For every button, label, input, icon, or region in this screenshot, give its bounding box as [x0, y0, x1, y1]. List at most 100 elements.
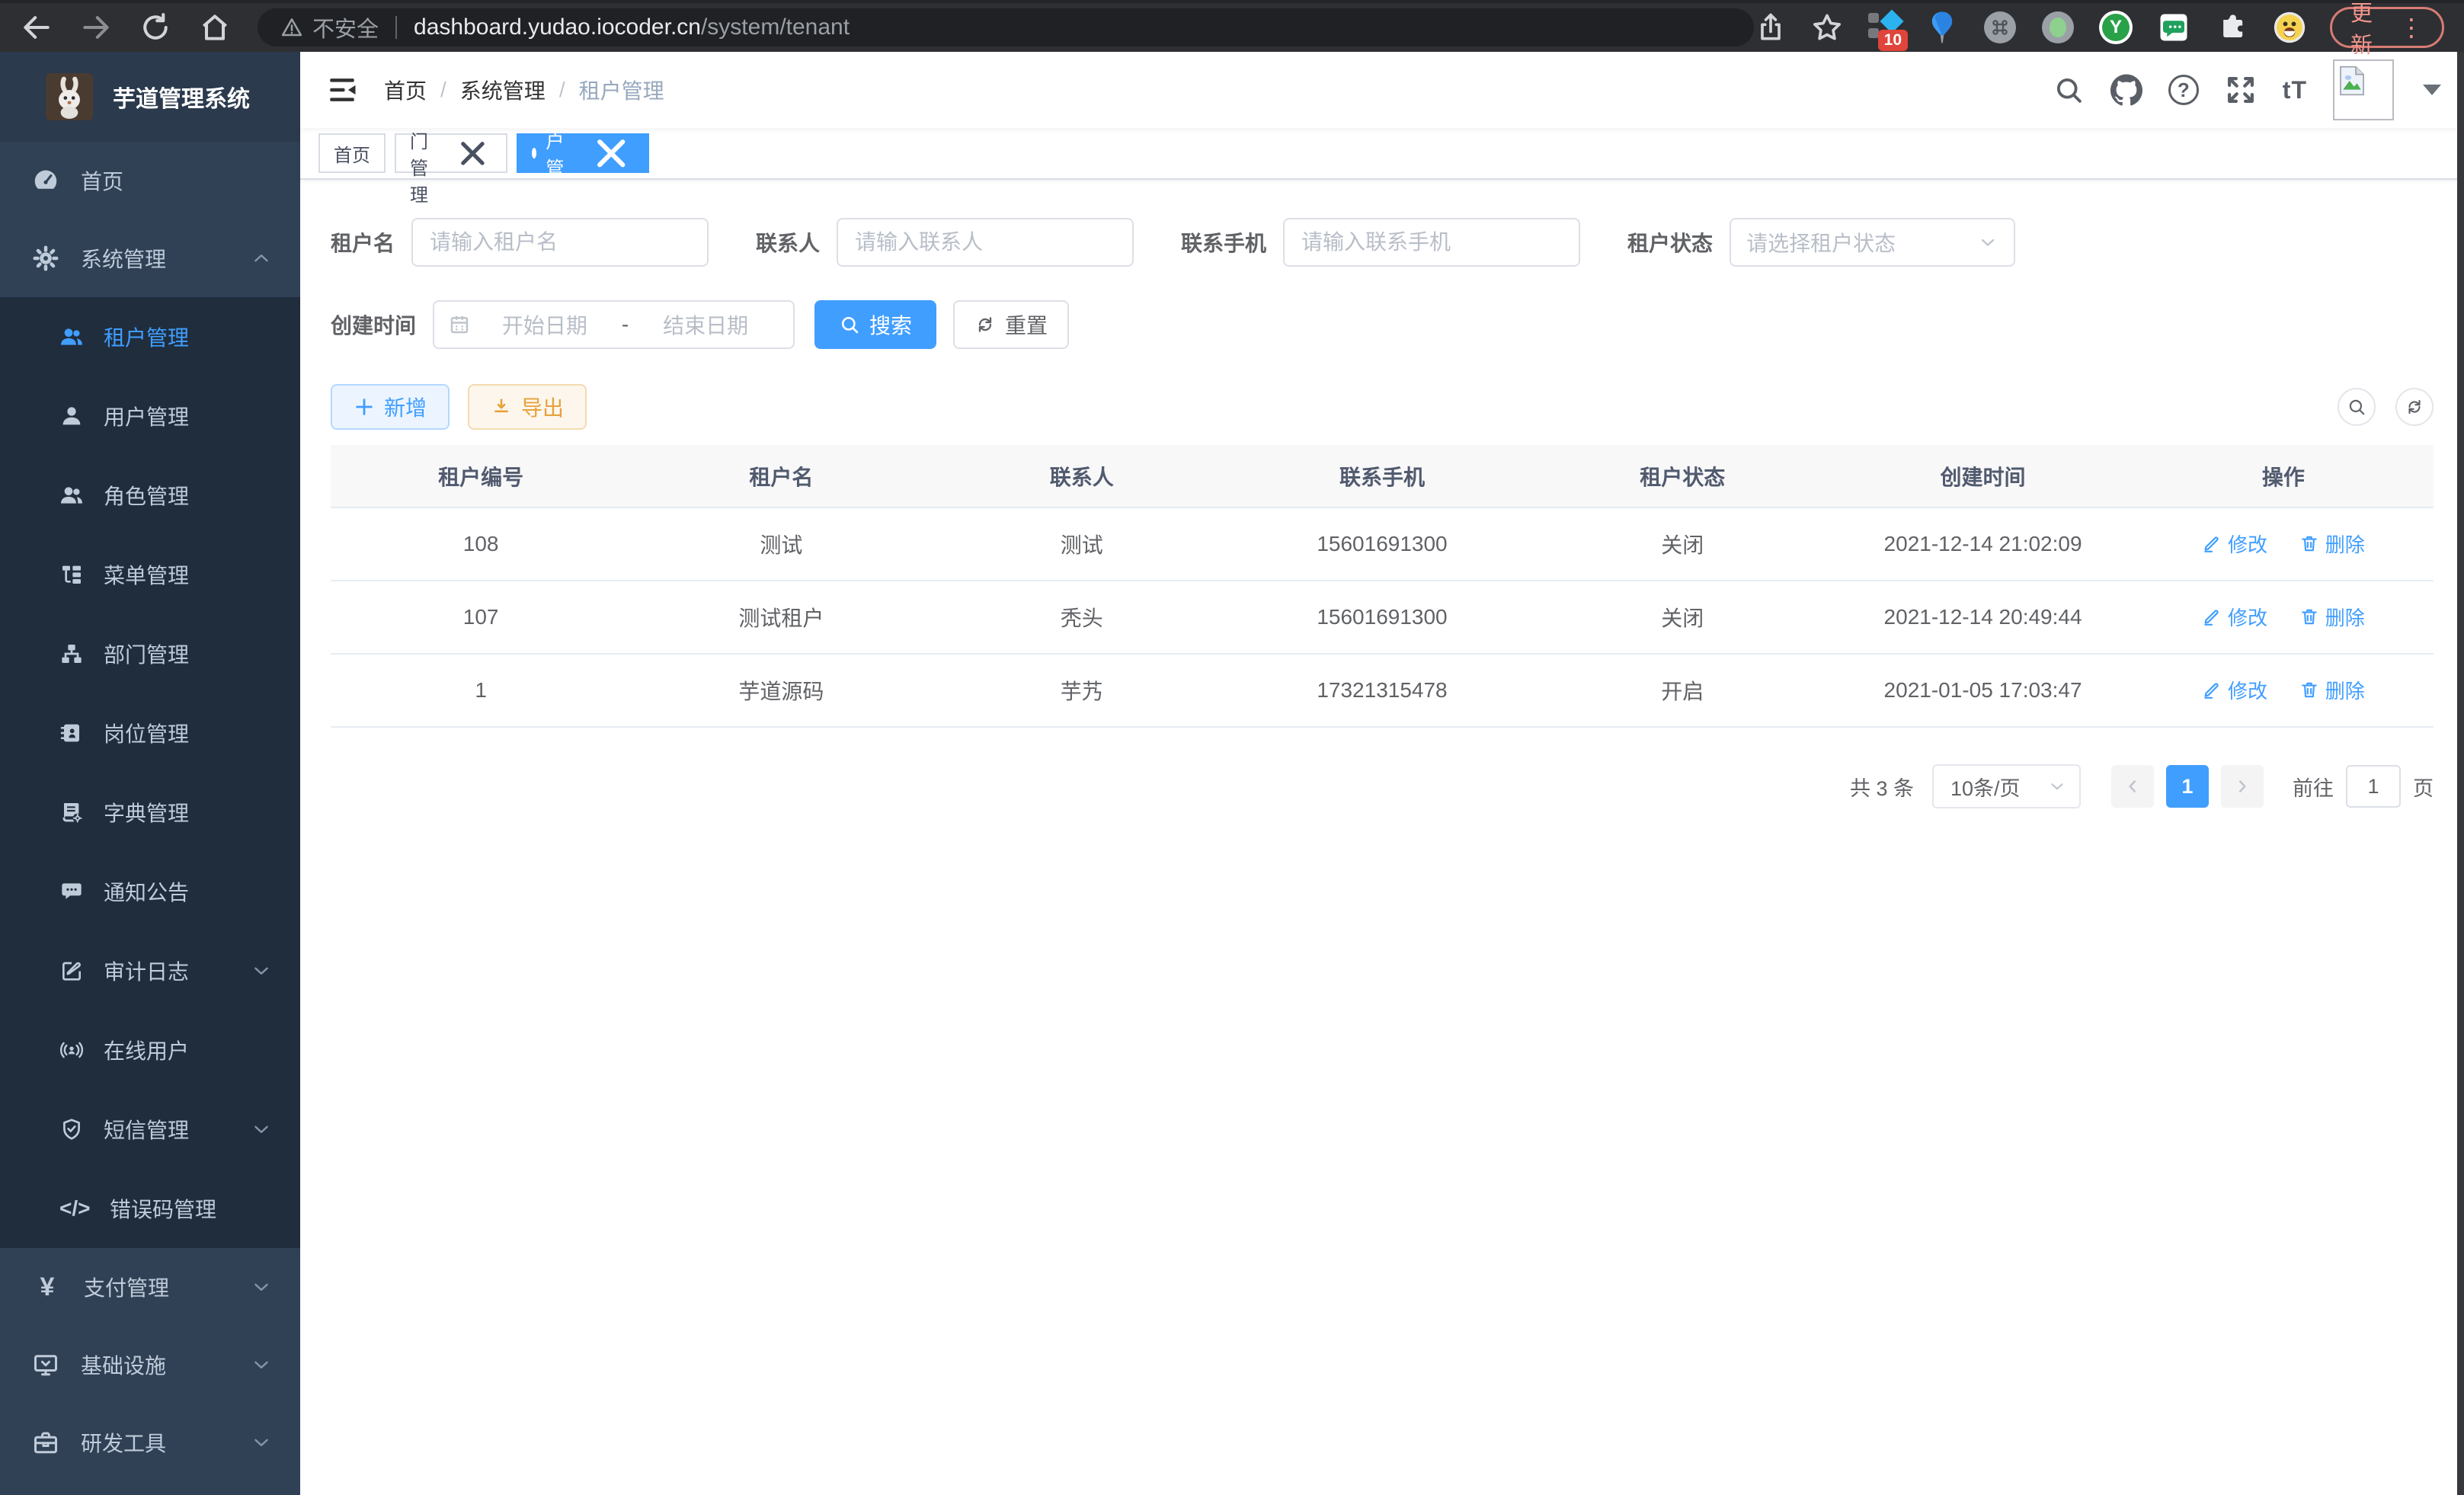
edit-button[interactable]: 修改 — [2202, 676, 2267, 704]
table-header-row: 租户编号 租户名 联系人 联系手机 租户状态 创建时间 操作 — [331, 445, 2434, 507]
prev-page-button[interactable] — [2111, 765, 2154, 808]
search-icon — [2347, 397, 2366, 417]
search-icon — [839, 314, 860, 335]
col-phone: 联系手机 — [1232, 445, 1532, 507]
col-tenant-id: 租户编号 — [331, 445, 631, 507]
sidebar-item-notice[interactable]: 通知公告 — [0, 852, 300, 931]
avatar[interactable] — [2333, 59, 2394, 120]
add-button[interactable]: 新增 — [331, 384, 450, 430]
sidebar-item-payment[interactable]: ¥ 支付管理 — [0, 1248, 300, 1326]
next-page-button[interactable] — [2221, 765, 2264, 808]
close-icon[interactable] — [453, 134, 492, 173]
sidebar-item-online-users[interactable]: 在线用户 — [0, 1010, 300, 1090]
extension-badge: 10 — [1878, 30, 1908, 51]
extension-y-icon[interactable]: Y — [2098, 10, 2133, 45]
top-navbar: 首页 / 系统管理 / 租户管理 ? tT — [300, 52, 2464, 128]
browser-forward-icon[interactable] — [79, 11, 113, 44]
sidebar-item-user[interactable]: 用户管理 — [0, 376, 300, 456]
sidebar-item-system[interactable]: 系统管理 — [0, 219, 300, 297]
search-icon[interactable] — [2053, 74, 2085, 106]
breadcrumb-home[interactable]: 首页 — [384, 75, 427, 105]
search-button[interactable]: 搜索 — [814, 300, 936, 349]
sidebar-item-role[interactable]: 角色管理 — [0, 456, 300, 535]
active-tab-dot — [532, 148, 536, 158]
tab-dept[interactable]: 部门管理 — [395, 133, 507, 173]
close-icon[interactable] — [588, 130, 634, 176]
browser-update-button[interactable]: 更新 ⋮ — [2330, 7, 2444, 48]
show-search-button[interactable] — [2338, 388, 2376, 426]
reset-button[interactable]: 重置 — [953, 300, 1069, 349]
edit-label: 修改 — [2228, 676, 2267, 704]
tab-tenant[interactable]: 租户管理 — [517, 133, 649, 173]
export-button-label: 导出 — [521, 392, 564, 422]
status-select[interactable]: 请选择租户状态 — [1730, 218, 2015, 267]
cell-created: 2021-12-14 21:02:09 — [1832, 507, 2133, 581]
browser-reload-icon[interactable] — [139, 11, 172, 44]
gear-icon — [32, 245, 59, 272]
extensions-puzzle-icon[interactable] — [2214, 10, 2249, 45]
security-chip[interactable]: 不安全 — [280, 11, 379, 43]
avatar-dropdown-icon[interactable] — [2423, 85, 2441, 95]
refresh-table-button[interactable] — [2395, 388, 2434, 426]
export-button[interactable]: 导出 — [468, 384, 587, 430]
create-time-range-picker[interactable]: 开始日期 - 结束日期 — [433, 300, 795, 349]
profile-avatar-icon[interactable] — [2272, 10, 2307, 45]
sidebar-item-dict[interactable]: 字典管理 — [0, 773, 300, 852]
github-icon[interactable] — [2110, 74, 2142, 106]
sidebar-item-home[interactable]: 首页 — [0, 142, 300, 219]
page-size-select[interactable]: 10条/页 — [1932, 764, 2081, 808]
sidebar-logo[interactable]: 芋道管理系统 — [0, 52, 300, 142]
fullscreen-icon[interactable] — [2225, 74, 2257, 106]
extension-record-icon[interactable] — [2040, 10, 2075, 45]
extension-group-icon[interactable]: 10 — [1867, 10, 1902, 45]
add-button-label: 新增 — [384, 392, 427, 422]
sidebar-item-dev-tools[interactable]: 研发工具 — [0, 1404, 300, 1481]
badge-icon — [59, 721, 84, 745]
window-scrollbar[interactable] — [2457, 52, 2464, 1495]
sidebar-item-error-code[interactable]: </> 错误码管理 — [0, 1169, 300, 1248]
breadcrumb-system[interactable]: 系统管理 — [460, 75, 546, 105]
help-icon[interactable]: ? — [2168, 75, 2199, 105]
delete-button[interactable]: 删除 — [2299, 530, 2365, 558]
cell-status: 开启 — [1532, 654, 1832, 727]
sidebar-item-menu[interactable]: 菜单管理 — [0, 535, 300, 614]
contact-input[interactable] — [837, 218, 1134, 267]
share-icon[interactable] — [1754, 11, 1787, 44]
date-separator: - — [619, 312, 632, 337]
delete-button[interactable]: 删除 — [2299, 603, 2365, 631]
sidebar-item-infrastructure[interactable]: 基础设施 — [0, 1326, 300, 1404]
edit-button[interactable]: 修改 — [2202, 530, 2267, 558]
sidebar-item-audit-log[interactable]: 审计日志 — [0, 931, 300, 1010]
browser-home-icon[interactable] — [198, 11, 232, 44]
trash-icon — [2299, 533, 2319, 553]
warning-icon — [280, 16, 303, 39]
sidebar-item-sms[interactable]: 短信管理 — [0, 1090, 300, 1169]
browser-menu-icon[interactable]: ⋮ — [2399, 15, 2424, 40]
reset-button-label: 重置 — [1005, 309, 1048, 340]
tab-home[interactable]: 首页 — [318, 133, 386, 173]
bookmark-star-icon[interactable] — [1810, 11, 1844, 44]
browser-back-icon[interactable] — [20, 11, 53, 44]
sidebar-item-dept[interactable]: 部门管理 — [0, 614, 300, 693]
tenant-name-input[interactable] — [411, 218, 709, 267]
edit-button[interactable]: 修改 — [2202, 603, 2267, 631]
page-size-value: 10条/页 — [1950, 772, 2021, 802]
extension-command-icon[interactable] — [1982, 10, 2018, 45]
sidebar-item-post[interactable]: 岗位管理 — [0, 693, 300, 773]
font-size-icon[interactable]: tT — [2283, 76, 2307, 104]
sidebar-item-tenant[interactable]: 租户管理 — [0, 297, 300, 376]
cell-contact: 芋艿 — [932, 654, 1232, 727]
extension-chat-icon[interactable] — [2156, 10, 2191, 45]
goto-page-input[interactable] — [2346, 765, 2401, 808]
pencil-icon — [2202, 607, 2222, 626]
page-number-button[interactable]: 1 — [2166, 765, 2209, 808]
sidebar-item-label: 审计日志 — [104, 956, 189, 986]
address-bar[interactable]: 不安全 dashboard.yudao.iocoder.cn/system/te… — [258, 8, 1754, 46]
extension-balloon-icon[interactable] — [1925, 10, 1960, 45]
delete-button[interactable]: 删除 — [2299, 676, 2365, 704]
phone-input[interactable] — [1283, 218, 1580, 267]
sidebar-collapse-icon[interactable] — [326, 74, 358, 106]
cell-status: 关闭 — [1532, 507, 1832, 581]
chevron-down-icon — [250, 1431, 273, 1454]
col-tenant-name: 租户名 — [631, 445, 931, 507]
